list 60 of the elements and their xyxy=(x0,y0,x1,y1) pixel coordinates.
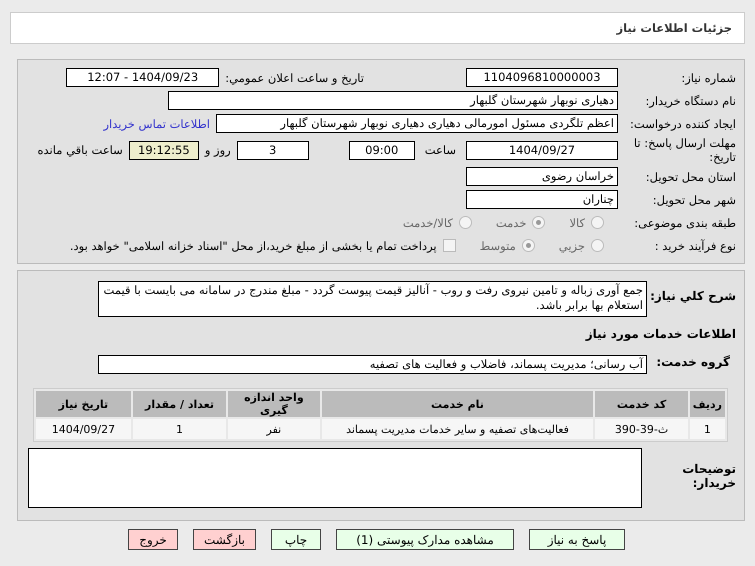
field-label: نوع فرآیند خرید : xyxy=(654,238,736,252)
deadline-date-field: 1404/09/27 xyxy=(466,140,618,160)
column-header: نام خدمت xyxy=(322,391,594,417)
contact-info-link[interactable]: اطلاعات تماس خریدار xyxy=(103,116,210,130)
table-cell: نفر xyxy=(228,419,320,439)
field-label: روز و xyxy=(204,143,231,157)
field-label: استان محل تحویل: xyxy=(644,170,736,184)
option-label: جزیي xyxy=(558,238,585,252)
field-label: شهر محل تحویل: xyxy=(652,192,736,206)
option-label: متوسط xyxy=(480,238,516,252)
deadline-time-field: 09:00 xyxy=(348,140,415,160)
buyer-name-field: دهیاری نوبهار شهرستان گلبهار xyxy=(168,91,618,110)
radio-button[interactable] xyxy=(458,216,472,229)
radio-button[interactable] xyxy=(591,216,604,229)
option-label: کالا/خدمت xyxy=(402,216,453,230)
action-button[interactable]: پاسخ به نیاز xyxy=(529,529,625,550)
province-field: خراسان رضوی xyxy=(466,167,618,186)
column-header: کد خدمت xyxy=(595,391,688,417)
notes-field[interactable] xyxy=(28,448,642,508)
table-cell: 1 xyxy=(690,419,725,439)
field-label: تاریخ و ساعت اعلان عمومي: xyxy=(225,70,364,84)
checkbox[interactable] xyxy=(442,239,456,252)
field-label: طبقه بندی موضوعی: xyxy=(633,216,736,230)
service-group-field: آب رسانی؛ مدیریت پسماند، فاضلاب و فعالیت های تصفیه xyxy=(98,355,647,374)
column-header: تعداد / مقدار xyxy=(132,391,226,417)
need-number-field: 1104096810000003 xyxy=(466,68,618,87)
description-field: جمع آوری زباله و تامین نیروی رفت و روب - آنالیز قیمت پیوست گردد - مبلغ مندرج در سامانه می بایست با قیمت استعلام بها برابر باشد. xyxy=(98,281,647,317)
table-cell: فعالیت‌های تصفیه و سایر خدمات مدیریت پسماند xyxy=(322,419,594,439)
action-button[interactable]: خروج xyxy=(128,529,178,550)
payment-note: پرداخت تمام یا بخشی از مبلغ خرید،از محل "اسناد خزانه اسلامی" خواهد بود. xyxy=(70,238,437,252)
table-cell: 1404/09/27 xyxy=(36,419,131,439)
radio-button[interactable] xyxy=(522,239,535,252)
announcement-field: 1404/09/23 - 12:07 xyxy=(66,68,220,87)
field-label: شماره نیاز: xyxy=(680,70,736,84)
field-label: گروه خدمت: xyxy=(655,355,731,369)
action-button[interactable]: چاپ xyxy=(271,529,321,550)
field-label: ایجاد کننده درخواست: xyxy=(629,116,736,130)
column-header: واحد اندازه گیری xyxy=(228,391,320,417)
field-label: توضیحات خریدار: xyxy=(681,462,736,490)
field-label: مهلت ارسال پاسخ: تا تاریخ: xyxy=(632,136,736,164)
column-header: ردیف xyxy=(690,391,725,417)
radio-button[interactable] xyxy=(532,216,546,229)
requester-field: اعظم تلگردی مسئول امورمالی دهیاری دهیاری نوبهار شهرستان گلبهار xyxy=(216,114,618,133)
radio-button[interactable] xyxy=(591,239,604,252)
section-heading: اطلاعات خدمات مورد نیاز xyxy=(584,327,736,341)
option-label: کالا xyxy=(569,216,585,230)
action-button[interactable]: بازگشت xyxy=(193,529,256,550)
field-label: ساعت xyxy=(424,143,456,157)
option-label: خدمت xyxy=(496,216,526,230)
page-title: جزئیات اطلاعات نیاز xyxy=(615,20,733,37)
field-label: ساعت باقي مانده xyxy=(38,143,123,157)
field-label: نام دستگاه خریدار: xyxy=(644,94,736,108)
action-button[interactable]: مشاهده مدارک پیوستی (1) xyxy=(336,529,514,550)
city-field: چناران xyxy=(466,190,618,209)
table-cell: ث-39-390 xyxy=(595,419,688,439)
days-field: 3 xyxy=(236,140,309,160)
column-header: تاریخ نیاز xyxy=(36,391,131,417)
remaining-time-field: 19:12:55 xyxy=(128,140,199,160)
table-cell: 1 xyxy=(132,419,226,439)
field-label: شرح کلي نیاز: xyxy=(653,289,736,303)
